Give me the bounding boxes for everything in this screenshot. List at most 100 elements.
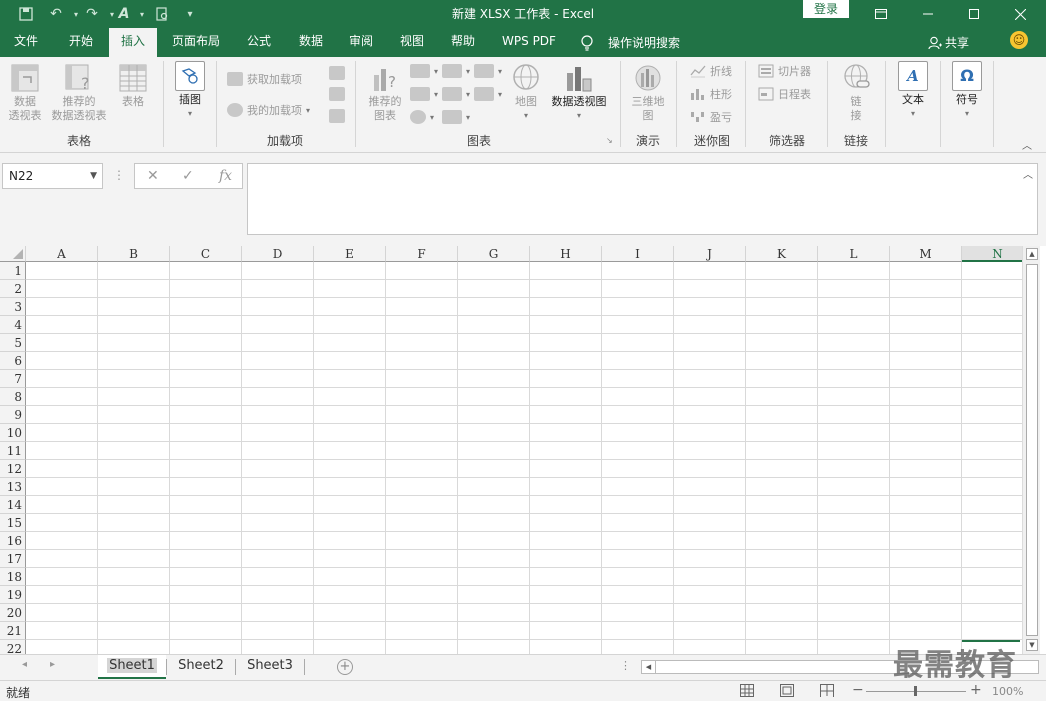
enter-check-icon[interactable]: ✓ [182,164,194,188]
column-header[interactable]: E [314,246,386,262]
name-box[interactable]: N22 ▼ [2,163,103,189]
row-header[interactable]: 12 [0,460,26,478]
column-chart-button[interactable]: ▾ [410,61,438,81]
column-header[interactable]: G [458,246,530,262]
cell-area[interactable] [26,262,1022,654]
maps-button[interactable]: 地图 ▾ [509,63,543,123]
illustrations-button[interactable]: 插图 ▾ [170,61,210,121]
column-header[interactable]: A [26,246,98,262]
symbol-button[interactable]: Ω 符号 ▾ [946,61,988,121]
column-header[interactable]: I [602,246,674,262]
charts-dialog-launcher-icon[interactable]: ↘ [606,136,613,145]
formula-bar-resize-handle[interactable]: ⋮ [113,163,125,189]
zoom-slider-thumb[interactable] [914,686,917,696]
row-header[interactable]: 1 [0,262,26,280]
name-box-dropdown-icon[interactable]: ▼ [90,164,97,188]
next-sheet-icon[interactable]: ▸ [50,659,55,670]
select-all-corner[interactable] [0,246,26,262]
page-break-view-icon[interactable] [820,684,834,697]
tab-view[interactable]: 视图 [389,28,435,57]
sparkline-column-button[interactable]: 柱形 [690,84,732,104]
tab-insert[interactable]: 插入 [109,28,157,57]
login-button[interactable]: 登录 [803,0,849,18]
scroll-down-icon[interactable]: ▼ [1026,639,1038,651]
row-header[interactable]: 3 [0,298,26,316]
zoom-level[interactable]: 100% [992,685,1023,698]
insert-function-icon[interactable]: fx [219,164,232,188]
my-addins-button[interactable]: 我的加载项 ▾ [227,100,310,120]
column-header[interactable]: D [242,246,314,262]
minimize-icon[interactable] [905,0,951,28]
recommended-charts-button[interactable]: ? 推荐的 图表 [364,63,406,123]
tab-page-layout[interactable]: 页面布局 [166,28,226,57]
row-header[interactable]: 18 [0,568,26,586]
statistic-chart-button[interactable]: ▾ [442,84,470,104]
pivot-chart-button[interactable]: 数据透视图 ▾ [545,63,613,123]
row-header[interactable]: 13 [0,478,26,496]
column-header[interactable]: H [530,246,602,262]
close-icon[interactable] [997,0,1043,28]
recommended-pivot-button[interactable]: ? 推荐的 数据透视表 [46,63,112,123]
sparkline-winloss-button[interactable]: 盈亏 [690,107,732,127]
row-header[interactable]: 5 [0,334,26,352]
print-preview-icon[interactable] [150,4,174,24]
tab-formulas[interactable]: 公式 [236,28,282,57]
row-header[interactable]: 17 [0,550,26,568]
vertical-scrollbar[interactable]: ▲ ▼ [1022,246,1040,654]
column-header[interactable]: J [674,246,746,262]
table-button[interactable]: 表格 [114,63,152,109]
tell-me-search[interactable]: 操作说明搜索 [580,28,680,57]
page-layout-view-icon[interactable] [780,684,794,697]
row-header[interactable]: 6 [0,352,26,370]
column-header[interactable]: M [890,246,962,262]
prev-sheet-icon[interactable]: ◂ [22,659,27,670]
tab-data[interactable]: 数据 [288,28,334,57]
scroll-left-icon[interactable]: ◀ [642,661,656,673]
pivot-table-button[interactable]: 数据 透视表 [4,63,46,123]
combo-chart-button[interactable]: ▾ [474,84,502,104]
sheet-tab-sheet3[interactable]: Sheet3 [237,655,303,679]
collapse-formula-bar-icon[interactable]: ︿ [1023,166,1033,181]
normal-view-icon[interactable] [740,684,754,697]
tab-home[interactable]: 开始 [58,28,104,57]
row-header[interactable]: 16 [0,532,26,550]
people-graph-button[interactable] [329,106,345,126]
worksheet-grid[interactable]: ABCDEFGHIJKLMN 1 2 3 4 5 6 7 8 9 10 11 12 13 14 15 16 17… [0,246,1022,654]
share-button[interactable]: 共享 [928,28,969,57]
row-header[interactable]: 19 [0,586,26,604]
waterfall-chart-button[interactable]: ▾ [474,61,502,81]
row-header[interactable]: 14 [0,496,26,514]
vertical-scroll-thumb[interactable] [1026,264,1038,636]
row-header[interactable]: 8 [0,388,26,406]
sparkline-line-button[interactable]: 折线 [690,61,732,81]
row-header[interactable]: 10 [0,424,26,442]
row-header[interactable]: 7 [0,370,26,388]
maximize-icon[interactable] [951,0,997,28]
tab-wps-pdf[interactable]: WPS PDF [496,28,562,57]
row-header[interactable]: 2 [0,280,26,298]
tab-help[interactable]: 帮助 [440,28,486,57]
get-addins-button[interactable]: 获取加载项 [227,69,302,89]
hierarchy-chart-button[interactable]: ▾ [442,61,470,81]
pie-chart-button[interactable]: ▾ [410,107,434,127]
cancel-icon[interactable]: ✕ [147,164,159,188]
row-header[interactable]: 11 [0,442,26,460]
row-header[interactable]: 21 [0,622,26,640]
video-button[interactable] [329,84,345,104]
column-header[interactable]: K [746,246,818,262]
zoom-in-icon[interactable]: + [970,682,982,698]
column-header[interactable]: B [98,246,170,262]
formula-input[interactable]: ︿ [247,163,1038,235]
sheet-tab-sheet2[interactable]: Sheet2 [168,655,234,679]
add-sheet-icon[interactable]: + [337,659,353,675]
ribbon-display-icon[interactable] [858,0,904,28]
column-header[interactable]: C [170,246,242,262]
line-chart-button[interactable]: ▾ [410,84,438,104]
column-header[interactable]: L [818,246,890,262]
sheet-tab-sheet1[interactable]: Sheet1 [98,655,166,679]
row-header[interactable]: 20 [0,604,26,622]
feedback-smiley-icon[interactable]: ☺ [1010,31,1028,49]
slicer-button[interactable]: 切片器 [758,61,811,81]
column-header[interactable]: N [962,246,1022,262]
timeline-button[interactable]: 日程表 [758,84,811,104]
